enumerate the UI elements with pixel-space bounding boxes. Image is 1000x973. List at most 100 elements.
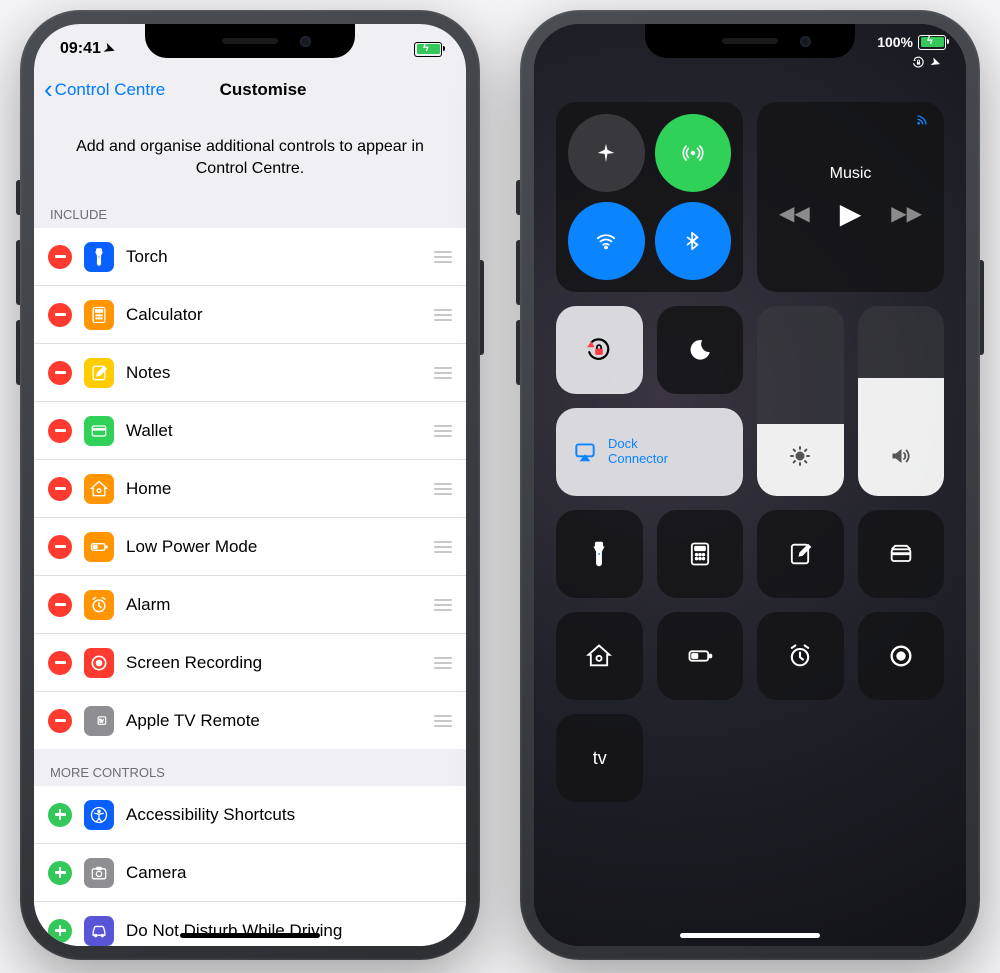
rotation-lock-status-icon bbox=[912, 56, 925, 69]
location-arrow-icon: ➤ bbox=[102, 40, 118, 59]
control-row: Low Power Mode bbox=[34, 518, 466, 576]
control-row: Do Not Disturb While Driving bbox=[34, 902, 466, 946]
drag-handle-icon[interactable] bbox=[430, 599, 452, 611]
control-row: Alarm bbox=[34, 576, 466, 634]
control-label: Low Power Mode bbox=[126, 537, 418, 557]
volume-icon bbox=[889, 444, 913, 474]
control-label: Calculator bbox=[126, 305, 418, 325]
control-label: Alarm bbox=[126, 595, 418, 615]
bluetooth-toggle[interactable] bbox=[655, 202, 732, 280]
music-widget[interactable]: Music ◀◀ ▶ ▶▶ bbox=[757, 102, 944, 292]
volume-slider[interactable] bbox=[858, 306, 945, 496]
drag-handle-icon[interactable] bbox=[430, 483, 452, 495]
drag-handle-icon[interactable] bbox=[430, 715, 452, 727]
screen-mirroring-label: DockConnector bbox=[608, 437, 668, 467]
remove-button[interactable] bbox=[48, 651, 72, 675]
lowpower-shortcut[interactable] bbox=[657, 612, 744, 700]
remove-button[interactable] bbox=[48, 303, 72, 327]
do-not-disturb-toggle[interactable] bbox=[657, 306, 744, 394]
atv-icon bbox=[84, 706, 114, 736]
home-shortcut[interactable] bbox=[556, 612, 643, 700]
screen-mirroring-icon bbox=[572, 439, 598, 465]
wallet-icon bbox=[887, 540, 915, 568]
play-button[interactable]: ▶ bbox=[840, 197, 862, 230]
battery-icon: ϟ bbox=[414, 42, 442, 57]
control-row: Calculator bbox=[34, 286, 466, 344]
lowpower-icon bbox=[686, 642, 714, 670]
control-row: Home bbox=[34, 460, 466, 518]
control-row: Notes bbox=[34, 344, 466, 402]
status-bar: 100% ϟ ➤ bbox=[877, 34, 946, 50]
control-row: Screen Recording bbox=[34, 634, 466, 692]
rotation-lock-toggle[interactable] bbox=[556, 306, 643, 394]
notes-shortcut[interactable] bbox=[757, 510, 844, 598]
section-more-label: MORE CONTROLS bbox=[34, 749, 466, 786]
remove-button[interactable] bbox=[48, 245, 72, 269]
description-text: Add and organise additional controls to … bbox=[34, 112, 466, 191]
chevron-left-icon: ‹ bbox=[44, 76, 53, 102]
notes-icon bbox=[84, 358, 114, 388]
status-time: 09:41 bbox=[60, 40, 101, 58]
battery-text: 100% bbox=[877, 34, 913, 50]
wifi-toggle[interactable] bbox=[568, 202, 645, 280]
record-icon bbox=[84, 648, 114, 678]
record-shortcut[interactable] bbox=[858, 612, 945, 700]
add-button[interactable] bbox=[48, 919, 72, 943]
notes-icon bbox=[786, 540, 814, 568]
drag-handle-icon[interactable] bbox=[430, 657, 452, 669]
control-label: Notes bbox=[126, 363, 418, 383]
drag-handle-icon[interactable] bbox=[430, 367, 452, 379]
control-label: Screen Recording bbox=[126, 653, 418, 673]
remove-button[interactable] bbox=[48, 709, 72, 733]
nav-bar: ‹ Control Centre Customise bbox=[34, 68, 466, 112]
airplay-icon[interactable] bbox=[914, 112, 930, 131]
drag-handle-icon[interactable] bbox=[430, 251, 452, 263]
drag-handle-icon[interactable] bbox=[430, 309, 452, 321]
control-label: Accessibility Shortcuts bbox=[126, 805, 452, 825]
lowpower-icon bbox=[84, 532, 114, 562]
drag-handle-icon[interactable] bbox=[430, 425, 452, 437]
connectivity-group[interactable] bbox=[556, 102, 743, 292]
add-button[interactable] bbox=[48, 803, 72, 827]
airplane-toggle[interactable] bbox=[568, 114, 645, 192]
torch-icon bbox=[585, 540, 613, 568]
atv-shortcut[interactable]: tv bbox=[556, 714, 643, 802]
control-centre-screen: 100% ϟ ➤ bbox=[534, 24, 966, 946]
remove-button[interactable] bbox=[48, 477, 72, 501]
previous-button[interactable]: ◀◀ bbox=[779, 201, 810, 226]
remove-button[interactable] bbox=[48, 535, 72, 559]
battery-icon: ϟ bbox=[918, 35, 946, 50]
remove-button[interactable] bbox=[48, 419, 72, 443]
control-row: Camera bbox=[34, 844, 466, 902]
alarm-icon bbox=[786, 642, 814, 670]
alarm-icon bbox=[84, 590, 114, 620]
location-arrow-icon: ➤ bbox=[929, 55, 942, 70]
torch-icon bbox=[84, 242, 114, 272]
back-button[interactable]: ‹ Control Centre bbox=[44, 78, 165, 102]
remove-button[interactable] bbox=[48, 361, 72, 385]
home-indicator[interactable] bbox=[680, 933, 820, 938]
screen-mirroring-button[interactable]: DockConnector bbox=[556, 408, 743, 496]
control-label: Home bbox=[126, 479, 418, 499]
more-controls-list: Accessibility Shortcuts Camera Do Not Di… bbox=[34, 786, 466, 946]
brightness-slider[interactable] bbox=[757, 306, 844, 496]
settings-customise-screen: 09:41 ➤ ϟ ‹ Control Centre Cust bbox=[34, 24, 466, 946]
torch-shortcut[interactable] bbox=[556, 510, 643, 598]
cellular-toggle[interactable] bbox=[655, 114, 732, 192]
home-icon bbox=[84, 474, 114, 504]
drag-handle-icon[interactable] bbox=[430, 541, 452, 553]
wallet-shortcut[interactable] bbox=[858, 510, 945, 598]
calc-shortcut[interactable] bbox=[657, 510, 744, 598]
add-button[interactable] bbox=[48, 861, 72, 885]
device-settings: 09:41 ➤ ϟ ‹ Control Centre Cust bbox=[20, 10, 480, 960]
control-row: Apple TV Remote bbox=[34, 692, 466, 749]
calc-icon bbox=[84, 300, 114, 330]
next-button[interactable]: ▶▶ bbox=[891, 201, 922, 226]
control-label: Apple TV Remote bbox=[126, 711, 418, 731]
remove-button[interactable] bbox=[48, 593, 72, 617]
page-title: Customise bbox=[220, 80, 307, 100]
alarm-shortcut[interactable] bbox=[757, 612, 844, 700]
control-label: Wallet bbox=[126, 421, 418, 441]
control-row: Accessibility Shortcuts bbox=[34, 786, 466, 844]
home-indicator[interactable] bbox=[180, 933, 320, 938]
